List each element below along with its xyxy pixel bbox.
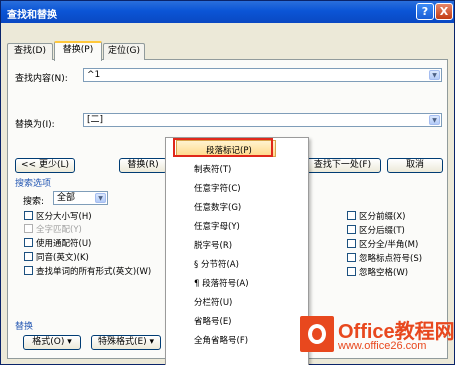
sounds-like-checkbox[interactable]: 同音(英文)(K) xyxy=(24,251,89,263)
ignore-punctuation-checkbox[interactable]: 忽略标点符号(S) xyxy=(347,252,422,264)
checkbox-label: 查找单词的所有形式(英文)(W) xyxy=(36,267,152,277)
checkbox-box[interactable] xyxy=(347,253,356,262)
checkbox-label: 全字匹配(Y) xyxy=(36,225,82,235)
replace-value: [二] xyxy=(87,115,104,125)
tab-replace[interactable]: 替换(P) xyxy=(54,41,102,61)
menu-item-any-char[interactable]: 任意字符(C) xyxy=(194,182,241,194)
watermark-logo: Office教程网 www.office26.com xyxy=(300,314,455,362)
cancel-button[interactable]: 取消 xyxy=(387,158,443,173)
wildcards-checkbox[interactable]: 使用通配符(U) xyxy=(24,237,91,249)
match-width-checkbox[interactable]: 区分全/半角(M) xyxy=(347,238,418,250)
checkbox-label: 区分后缀(T) xyxy=(359,226,405,236)
menu-item-column-break[interactable]: 分栏符(U) xyxy=(194,296,232,308)
checkbox-label: 区分全/半角(M) xyxy=(359,240,419,250)
checkbox-label: 忽略空格(W) xyxy=(359,268,409,278)
checkbox-box[interactable] xyxy=(347,239,356,248)
find-value: ^1 xyxy=(87,70,101,80)
menu-item-tab[interactable]: 制表符(T) xyxy=(194,163,231,175)
checkbox-label: 区分大小写(H) xyxy=(36,212,92,222)
checkbox-box[interactable] xyxy=(347,225,356,234)
checkbox-box[interactable] xyxy=(24,266,33,275)
dialog-title: 查找和替换 xyxy=(7,10,57,21)
find-label: 查找内容(N): xyxy=(15,74,68,84)
office-logo-icon xyxy=(300,316,334,352)
chevron-down-icon[interactable]: ▼ xyxy=(95,193,106,203)
format-button[interactable]: 格式(O) ▾ xyxy=(23,335,81,350)
replace-label: 替换为(I): xyxy=(15,120,55,130)
checkbox-box[interactable] xyxy=(347,211,356,220)
tab-find[interactable]: 查找(D) xyxy=(7,43,53,60)
less-button[interactable]: << 更少(L) xyxy=(15,158,75,173)
match-prefix-checkbox[interactable]: 区分前缀(X) xyxy=(347,210,405,222)
chevron-down-icon[interactable]: ▼ xyxy=(429,70,440,80)
menu-item-ellipsis[interactable]: 省略号(E) xyxy=(194,315,232,327)
find-input[interactable]: ^1 ▼ xyxy=(83,68,442,82)
checkbox-label: 使用通配符(U) xyxy=(36,239,92,249)
checkbox-box[interactable] xyxy=(24,238,33,247)
title-bar: 查找和替换 ? X xyxy=(1,1,454,23)
menu-item-any-digit[interactable]: 任意数字(G) xyxy=(194,201,241,213)
checkbox-box[interactable] xyxy=(24,252,33,261)
search-direction-value: 全部 xyxy=(57,193,76,203)
special-format-menu: 段落标记(P) 制表符(T) 任意字符(C) 任意数字(G) 任意字母(Y) 脱… xyxy=(165,137,309,365)
menu-item-pilcrow[interactable]: ¶ 段落符号(A) xyxy=(194,277,249,289)
menu-item-any-letter[interactable]: 任意字母(Y) xyxy=(194,220,240,232)
search-direction-select[interactable]: 全部 ▼ xyxy=(53,191,108,205)
match-suffix-checkbox[interactable]: 区分后缀(T) xyxy=(347,224,405,236)
special-button[interactable]: 特殊格式(E) ▾ xyxy=(91,335,161,350)
menu-item-fullwidth-ellipsis[interactable]: 全角省略号(F) xyxy=(194,334,248,346)
menu-item-caret[interactable]: 脱字号(R) xyxy=(194,239,232,251)
checkbox-label: 忽略标点符号(S) xyxy=(359,254,423,264)
all-word-forms-checkbox[interactable]: 查找单词的所有形式(英文)(W) xyxy=(24,265,151,277)
search-options-heading: 搜索选项 xyxy=(15,179,52,189)
replace-section-heading: 替换 xyxy=(15,322,34,332)
ignore-space-checkbox[interactable]: 忽略空格(W) xyxy=(347,266,408,278)
help-button[interactable]: ? xyxy=(416,3,434,20)
checkbox-box xyxy=(24,224,33,233)
watermark-url: www.office26.com xyxy=(338,340,427,352)
match-case-checkbox[interactable]: 区分大小写(H) xyxy=(24,210,92,222)
replace-input[interactable]: [二] ▼ xyxy=(83,113,442,127)
replace-button[interactable]: 替换(R) xyxy=(119,158,167,173)
menu-item-section-char[interactable]: § 分节符(A) xyxy=(194,258,239,270)
checkbox-label: 同音(英文)(K) xyxy=(36,253,89,263)
checkbox-box[interactable] xyxy=(347,267,356,276)
checkbox-box[interactable] xyxy=(24,211,33,220)
search-label: 搜索: xyxy=(23,197,45,207)
find-next-button[interactable]: 查找下一处(F) xyxy=(304,158,381,173)
whole-word-checkbox: 全字匹配(Y) xyxy=(24,223,82,235)
annotation-highlight-box xyxy=(173,138,273,157)
chevron-down-icon[interactable]: ▼ xyxy=(429,115,440,125)
close-button[interactable]: X xyxy=(435,3,453,20)
tab-goto[interactable]: 定位(G) xyxy=(103,43,145,60)
checkbox-label: 区分前缀(X) xyxy=(359,212,406,222)
